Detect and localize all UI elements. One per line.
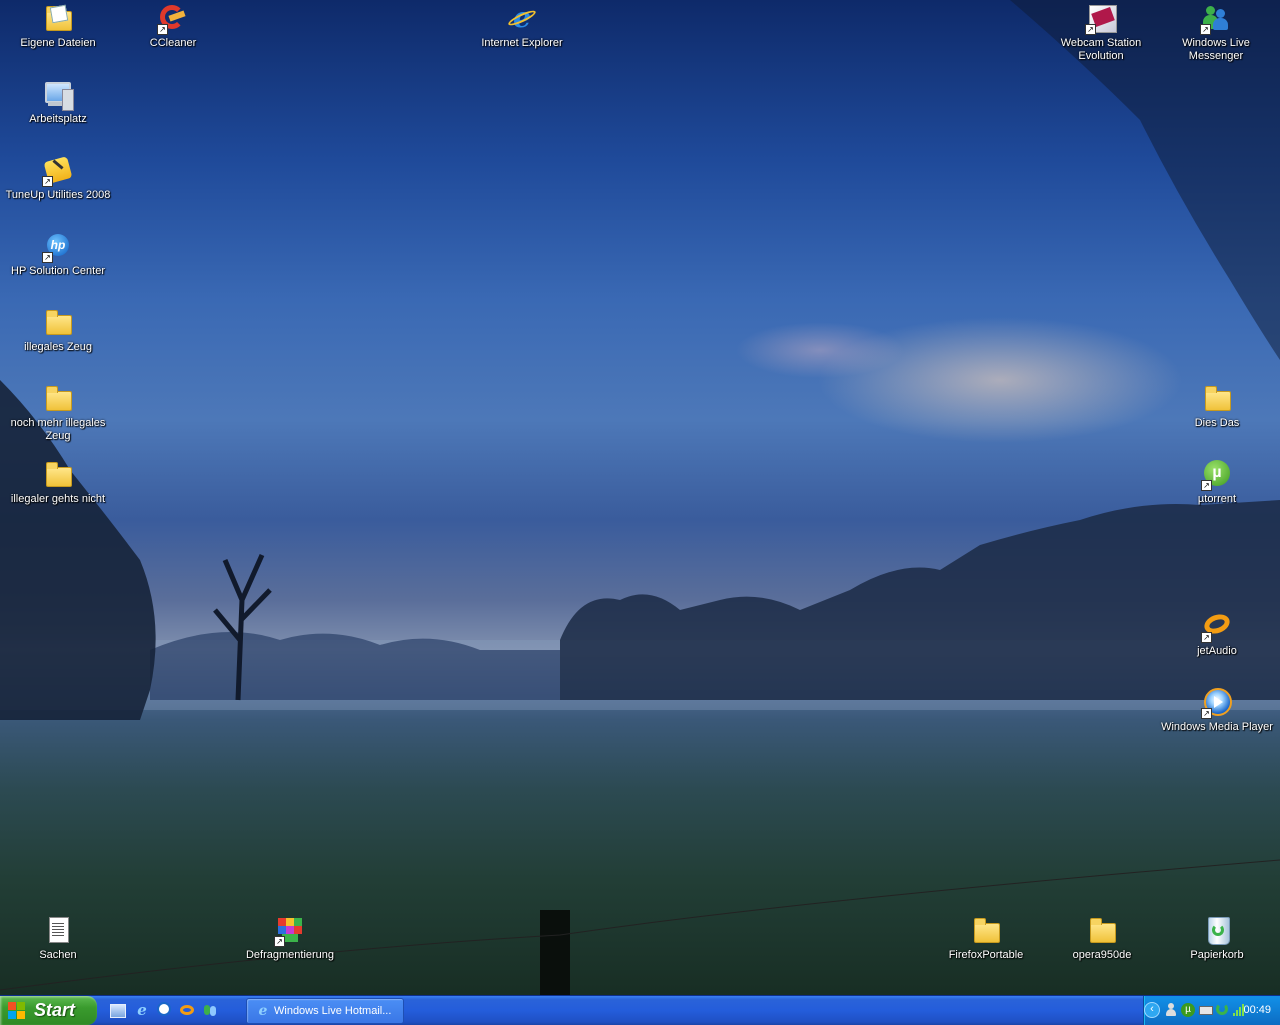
desktop-icon-windows-live-messenger[interactable]: ↗ Windows Live Messenger bbox=[1160, 3, 1272, 63]
desktop-icon-label: Windows Media Player bbox=[1161, 721, 1273, 733]
desktop-icon-illegaler-gehts-nicht[interactable]: illegaler gehts nicht bbox=[2, 459, 114, 506]
internet-explorer-icon: e bbox=[506, 3, 538, 35]
desktop-icon-eigene-dateien[interactable]: Eigene Dateien bbox=[2, 3, 114, 50]
desktop-icon-opera950de[interactable]: opera950de bbox=[1046, 915, 1158, 962]
desktop-icon-label: illegaler gehts nicht bbox=[10, 493, 106, 505]
quicklaunch-show-desktop-icon[interactable] bbox=[110, 1002, 126, 1018]
windows-logo-icon bbox=[8, 1002, 26, 1020]
desktop-icon-noch-mehr-illegales-zeug[interactable]: noch mehr illegales Zeug bbox=[2, 383, 114, 443]
folder-icon bbox=[1086, 915, 1118, 947]
desktop-icon-label: Sachen bbox=[39, 949, 77, 961]
jetaudio-icon: ↗ bbox=[1201, 611, 1233, 643]
folder-icon bbox=[42, 459, 74, 491]
ccleaner-icon: ↗ bbox=[157, 3, 189, 35]
desktop-icon-label: Arbeitsplatz bbox=[29, 113, 87, 125]
start-button[interactable]: Start bbox=[0, 996, 97, 1025]
taskbar: Start e e Windows Live Hotmail... ‹ µ 00… bbox=[0, 995, 1280, 1025]
my-computer-icon bbox=[42, 79, 74, 111]
messenger-buddy-icon: ↗ bbox=[1200, 3, 1232, 35]
internet-explorer-icon: e bbox=[258, 1003, 268, 1019]
quicklaunch-messenger-icon[interactable] bbox=[203, 1002, 219, 1018]
desktop-icon-label: FirefoxPortable bbox=[948, 949, 1024, 961]
recycle-bin-icon bbox=[1201, 915, 1233, 947]
tray-recycle-icon[interactable] bbox=[1216, 1003, 1230, 1017]
tray-expand-chevron-icon[interactable]: ‹ bbox=[1144, 1002, 1160, 1018]
desktop-icon-label: CCleaner bbox=[149, 37, 197, 49]
desktop[interactable]: Eigene Dateien Arbeitsplatz ↗ TuneUp Uti… bbox=[0, 0, 1280, 995]
folder-icon bbox=[42, 383, 74, 415]
tray-keyboard-icon[interactable] bbox=[1199, 1003, 1213, 1017]
desktop-icon-label: Internet Explorer bbox=[481, 37, 563, 49]
quicklaunch-jetaudio-icon[interactable] bbox=[180, 1002, 196, 1018]
desktop-icon-internet-explorer[interactable]: e Internet Explorer bbox=[466, 3, 578, 50]
desktop-icon-label: Webcam Station Evolution bbox=[1060, 37, 1142, 62]
tray-utorrent-icon[interactable]: µ bbox=[1181, 1003, 1195, 1017]
webcam-station-icon: ↗ bbox=[1085, 3, 1117, 35]
tuneup-utilities-icon: ↗ bbox=[42, 155, 74, 187]
desktop-icon-label: jetAudio bbox=[1197, 645, 1237, 657]
desktop-icon-hp-solution-center[interactable]: hp ↗ HP Solution Center bbox=[2, 231, 114, 278]
desktop-icon-label: TuneUp Utilities 2008 bbox=[5, 189, 111, 201]
tray-messenger-icon[interactable] bbox=[1164, 1003, 1178, 1017]
clock[interactable]: 00:49 bbox=[1243, 1004, 1271, 1016]
desktop-icon-label: Papierkorb bbox=[1190, 949, 1244, 961]
desktop-icon-label: Eigene Dateien bbox=[20, 37, 96, 49]
desktop-icon-webcam-station[interactable]: ↗ Webcam Station Evolution bbox=[1045, 3, 1157, 63]
desktop-icon-label: Windows Live Messenger bbox=[1182, 37, 1250, 62]
desktop-icon-papierkorb[interactable]: Papierkorb bbox=[1161, 915, 1273, 962]
taskbar-button-hotmail[interactable]: e Windows Live Hotmail... bbox=[246, 998, 404, 1024]
media-player-icon: ↗ bbox=[1201, 687, 1233, 719]
desktop-icon-dies-das[interactable]: Dies Das bbox=[1161, 383, 1273, 430]
hp-logo-icon: hp ↗ bbox=[42, 231, 74, 263]
desktop-icon-label: illegales Zeug bbox=[24, 341, 92, 353]
desktop-icon-label: Defragmentierung bbox=[245, 949, 335, 961]
desktop-icon-label: µtorrent bbox=[1197, 493, 1237, 505]
utorrent-icon: µ ↗ bbox=[1201, 459, 1233, 491]
folder-icon bbox=[1201, 383, 1233, 415]
desktop-icon-label: opera950de bbox=[1072, 949, 1132, 961]
desktop-icon-arbeitsplatz[interactable]: Arbeitsplatz bbox=[2, 79, 114, 126]
folder-icon bbox=[970, 915, 1002, 947]
desktop-icon-illegales-zeug[interactable]: illegales Zeug bbox=[2, 307, 114, 354]
my-documents-icon bbox=[42, 3, 74, 35]
quicklaunch-internet-explorer-icon[interactable]: e bbox=[134, 1002, 150, 1018]
desktop-icon-utorrent[interactable]: µ ↗ µtorrent bbox=[1161, 459, 1273, 506]
folder-icon bbox=[42, 307, 74, 339]
desktop-icon-label: HP Solution Center bbox=[11, 265, 105, 277]
desktop-icon-firefoxportable[interactable]: FirefoxPortable bbox=[930, 915, 1042, 962]
taskbar-button-label: Windows Live Hotmail... bbox=[274, 1005, 392, 1017]
quicklaunch-media-player-icon[interactable] bbox=[157, 1002, 173, 1018]
desktop-icon-sachen[interactable]: Sachen bbox=[2, 915, 114, 962]
start-label: Start bbox=[34, 1000, 76, 1020]
desktop-icon-tuneup[interactable]: ↗ TuneUp Utilities 2008 bbox=[2, 155, 114, 202]
defragmenter-icon: ↗ bbox=[274, 915, 306, 947]
desktop-icon-ccleaner[interactable]: ↗ CCleaner bbox=[117, 3, 229, 50]
desktop-icon-label: Dies Das bbox=[1194, 417, 1240, 429]
system-tray: ‹ µ 00:49 bbox=[1143, 996, 1280, 1025]
wallpaper-scenery bbox=[0, 0, 1280, 995]
desktop-icon-defragmentierung[interactable]: ↗ Defragmentierung bbox=[234, 915, 346, 962]
desktop-icon-jetaudio[interactable]: ↗ jetAudio bbox=[1161, 611, 1273, 658]
text-document-icon bbox=[42, 915, 74, 947]
desktop-icon-label: noch mehr illegales Zeug bbox=[10, 417, 106, 442]
desktop-icon-windows-media-player[interactable]: ↗ Windows Media Player bbox=[1161, 687, 1273, 734]
